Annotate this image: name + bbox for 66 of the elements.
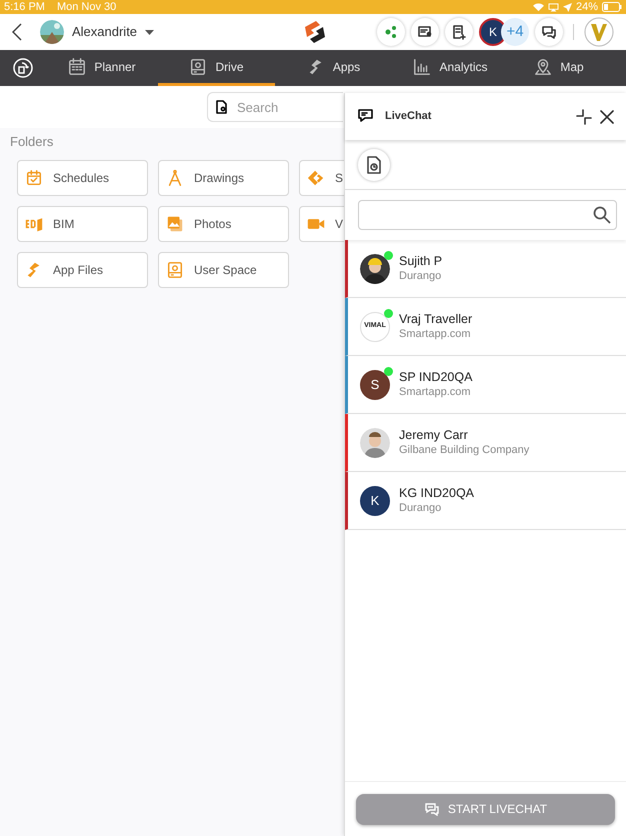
location-arrow-icon — [562, 2, 572, 12]
bar-chart-icon — [413, 58, 432, 76]
section-title: Folders — [9, 133, 54, 151]
caret-icon — [145, 30, 154, 34]
contact-name: SP IND20QA — [399, 369, 472, 385]
battery-percent: 24% — [576, 0, 598, 14]
app-logo-icon — [302, 19, 328, 45]
compass-icon — [166, 168, 184, 186]
chat-button[interactable] — [535, 18, 563, 46]
folder-button[interactable]: Photos — [158, 206, 289, 242]
search-field[interactable] — [358, 200, 617, 230]
nav-tab[interactable]: Map — [509, 50, 609, 86]
chat-bubbles-icon — [541, 25, 557, 39]
document-clock-icon — [367, 156, 381, 174]
folder-button[interactable]: V — [299, 206, 344, 242]
map-pin-icon — [534, 58, 552, 76]
search-icon — [593, 206, 611, 224]
wifi-icon — [532, 2, 544, 12]
contact-name: Vraj Traveller — [399, 311, 472, 327]
folder-button[interactable]: Schedules — [17, 160, 148, 196]
user-avatar: K — [360, 486, 390, 516]
sync-icon — [13, 58, 33, 78]
contact-company: Smartapp.com — [399, 327, 472, 342]
folder-button[interactable]: App Files — [17, 252, 148, 288]
contacts-button[interactable] — [411, 18, 439, 46]
search-document-icon — [216, 100, 228, 114]
nav-tab[interactable]: Planner — [46, 50, 158, 86]
contact-row[interactable]: Jeremy Carr Gilbane Building Company — [345, 414, 626, 472]
contact-row[interactable]: Sujith P Durango — [345, 240, 626, 298]
nav-tab[interactable]: Analytics — [392, 50, 509, 86]
network-icon — [384, 25, 398, 39]
contact-row[interactable]: S SP IND20QA Smartapp.com — [345, 356, 626, 414]
folder-button[interactable]: User Space — [158, 252, 289, 288]
folder-button[interactable]: BIM — [17, 206, 148, 242]
document-plus-icon — [452, 24, 466, 40]
photos-icon — [166, 214, 184, 232]
screen-mirror-icon — [548, 2, 559, 12]
hard-drive-icon — [166, 260, 184, 278]
contact-company: Durango — [399, 269, 442, 284]
search-field[interactable]: Search — [207, 92, 343, 122]
status-time: 5:16 PM — [4, 0, 45, 14]
hard-drive-icon — [189, 58, 208, 76]
diamond-icon — [307, 168, 325, 186]
contact-name: KG IND20QA — [399, 485, 474, 501]
add-task-button[interactable] — [445, 18, 473, 46]
network-button[interactable] — [377, 18, 405, 46]
battery-icon — [602, 2, 622, 12]
folder-button[interactable]: Drawings — [158, 160, 289, 196]
close-button[interactable] — [600, 110, 614, 124]
contact-company: Smartapp.com — [399, 385, 472, 400]
contact-name: Jeremy Carr — [399, 427, 469, 443]
project-dropdown[interactable]: Alexandrite — [72, 22, 154, 42]
folder-button[interactable]: S — [299, 160, 344, 196]
contact-row[interactable]: K KG IND20QA Durango — [345, 472, 626, 530]
chat-bubbles-icon — [424, 802, 440, 816]
calendar-icon — [68, 58, 86, 76]
contact-name: Sujith P — [399, 253, 442, 269]
minimize-button[interactable] — [576, 108, 592, 124]
panel-title: LiveChat — [385, 109, 432, 124]
user-avatar: S — [360, 370, 390, 400]
status-date: Mon Nov 30 — [56, 0, 116, 14]
nav-tab[interactable]: Apps — [275, 50, 392, 86]
contact-company: Durango — [399, 501, 442, 516]
calendar-icon — [25, 168, 43, 186]
id-card-icon — [418, 25, 432, 39]
contact-company: Gilbane Building Company — [399, 443, 530, 458]
